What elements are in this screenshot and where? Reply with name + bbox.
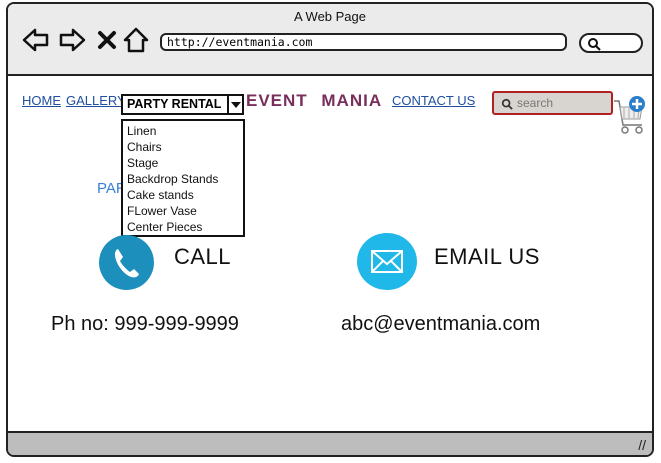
phone-number: Ph no: 999-999-9999: [51, 313, 239, 335]
menu-item-linen[interactable]: Linen: [127, 123, 243, 139]
party-rental-dropdown[interactable]: PARTY RENTAL: [121, 94, 229, 115]
nav-gallery-link[interactable]: GALLERY: [66, 93, 126, 108]
phone-icon[interactable]: [99, 235, 154, 290]
email-label: EMAIL US: [434, 244, 540, 269]
call-label: CALL: [174, 244, 232, 269]
back-arrow-icon[interactable]: [22, 26, 50, 54]
menu-item-stage[interactable]: Stage: [127, 155, 243, 171]
site-search-input[interactable]: search: [492, 91, 613, 115]
search-icon: [588, 38, 601, 51]
browser-window: A Web Page http://eventmania.com HOME GA…: [6, 2, 654, 457]
resize-handle-icon[interactable]: //: [638, 437, 646, 453]
nav-contact-link[interactable]: CONTACT US: [392, 93, 475, 108]
brand-logo-text: EVENT MANIA: [246, 91, 383, 110]
address-bar[interactable]: http://eventmania.com: [160, 33, 567, 51]
window-title: A Web Page: [293, 9, 367, 24]
email-address[interactable]: abc@eventmania.com: [341, 313, 540, 336]
menu-item-cake-stands[interactable]: Cake stands: [127, 187, 243, 203]
envelope-icon[interactable]: [357, 233, 417, 290]
menu-item-chairs[interactable]: Chairs: [127, 139, 243, 155]
search-placeholder: search: [517, 96, 554, 110]
close-icon[interactable]: [96, 26, 118, 54]
menu-item-backdrop-stands[interactable]: Backdrop Stands: [127, 171, 243, 187]
nav-home-link[interactable]: HOME: [22, 93, 61, 108]
forward-arrow-icon[interactable]: [58, 26, 86, 54]
shopping-cart-icon[interactable]: [612, 95, 652, 144]
menu-item-center-pieces[interactable]: Center Pieces: [127, 219, 243, 235]
browser-search-field[interactable]: [579, 33, 643, 53]
chevron-down-icon[interactable]: [227, 94, 244, 115]
status-bar: //: [8, 431, 652, 455]
search-icon: [501, 98, 513, 110]
menu-item-flower-vase[interactable]: FLower Vase: [127, 203, 243, 219]
browser-chrome: A Web Page http://eventmania.com: [8, 4, 652, 76]
party-rental-menu: Linen Chairs Stage Backdrop Stands Cake …: [121, 119, 245, 237]
home-icon[interactable]: [122, 26, 150, 54]
